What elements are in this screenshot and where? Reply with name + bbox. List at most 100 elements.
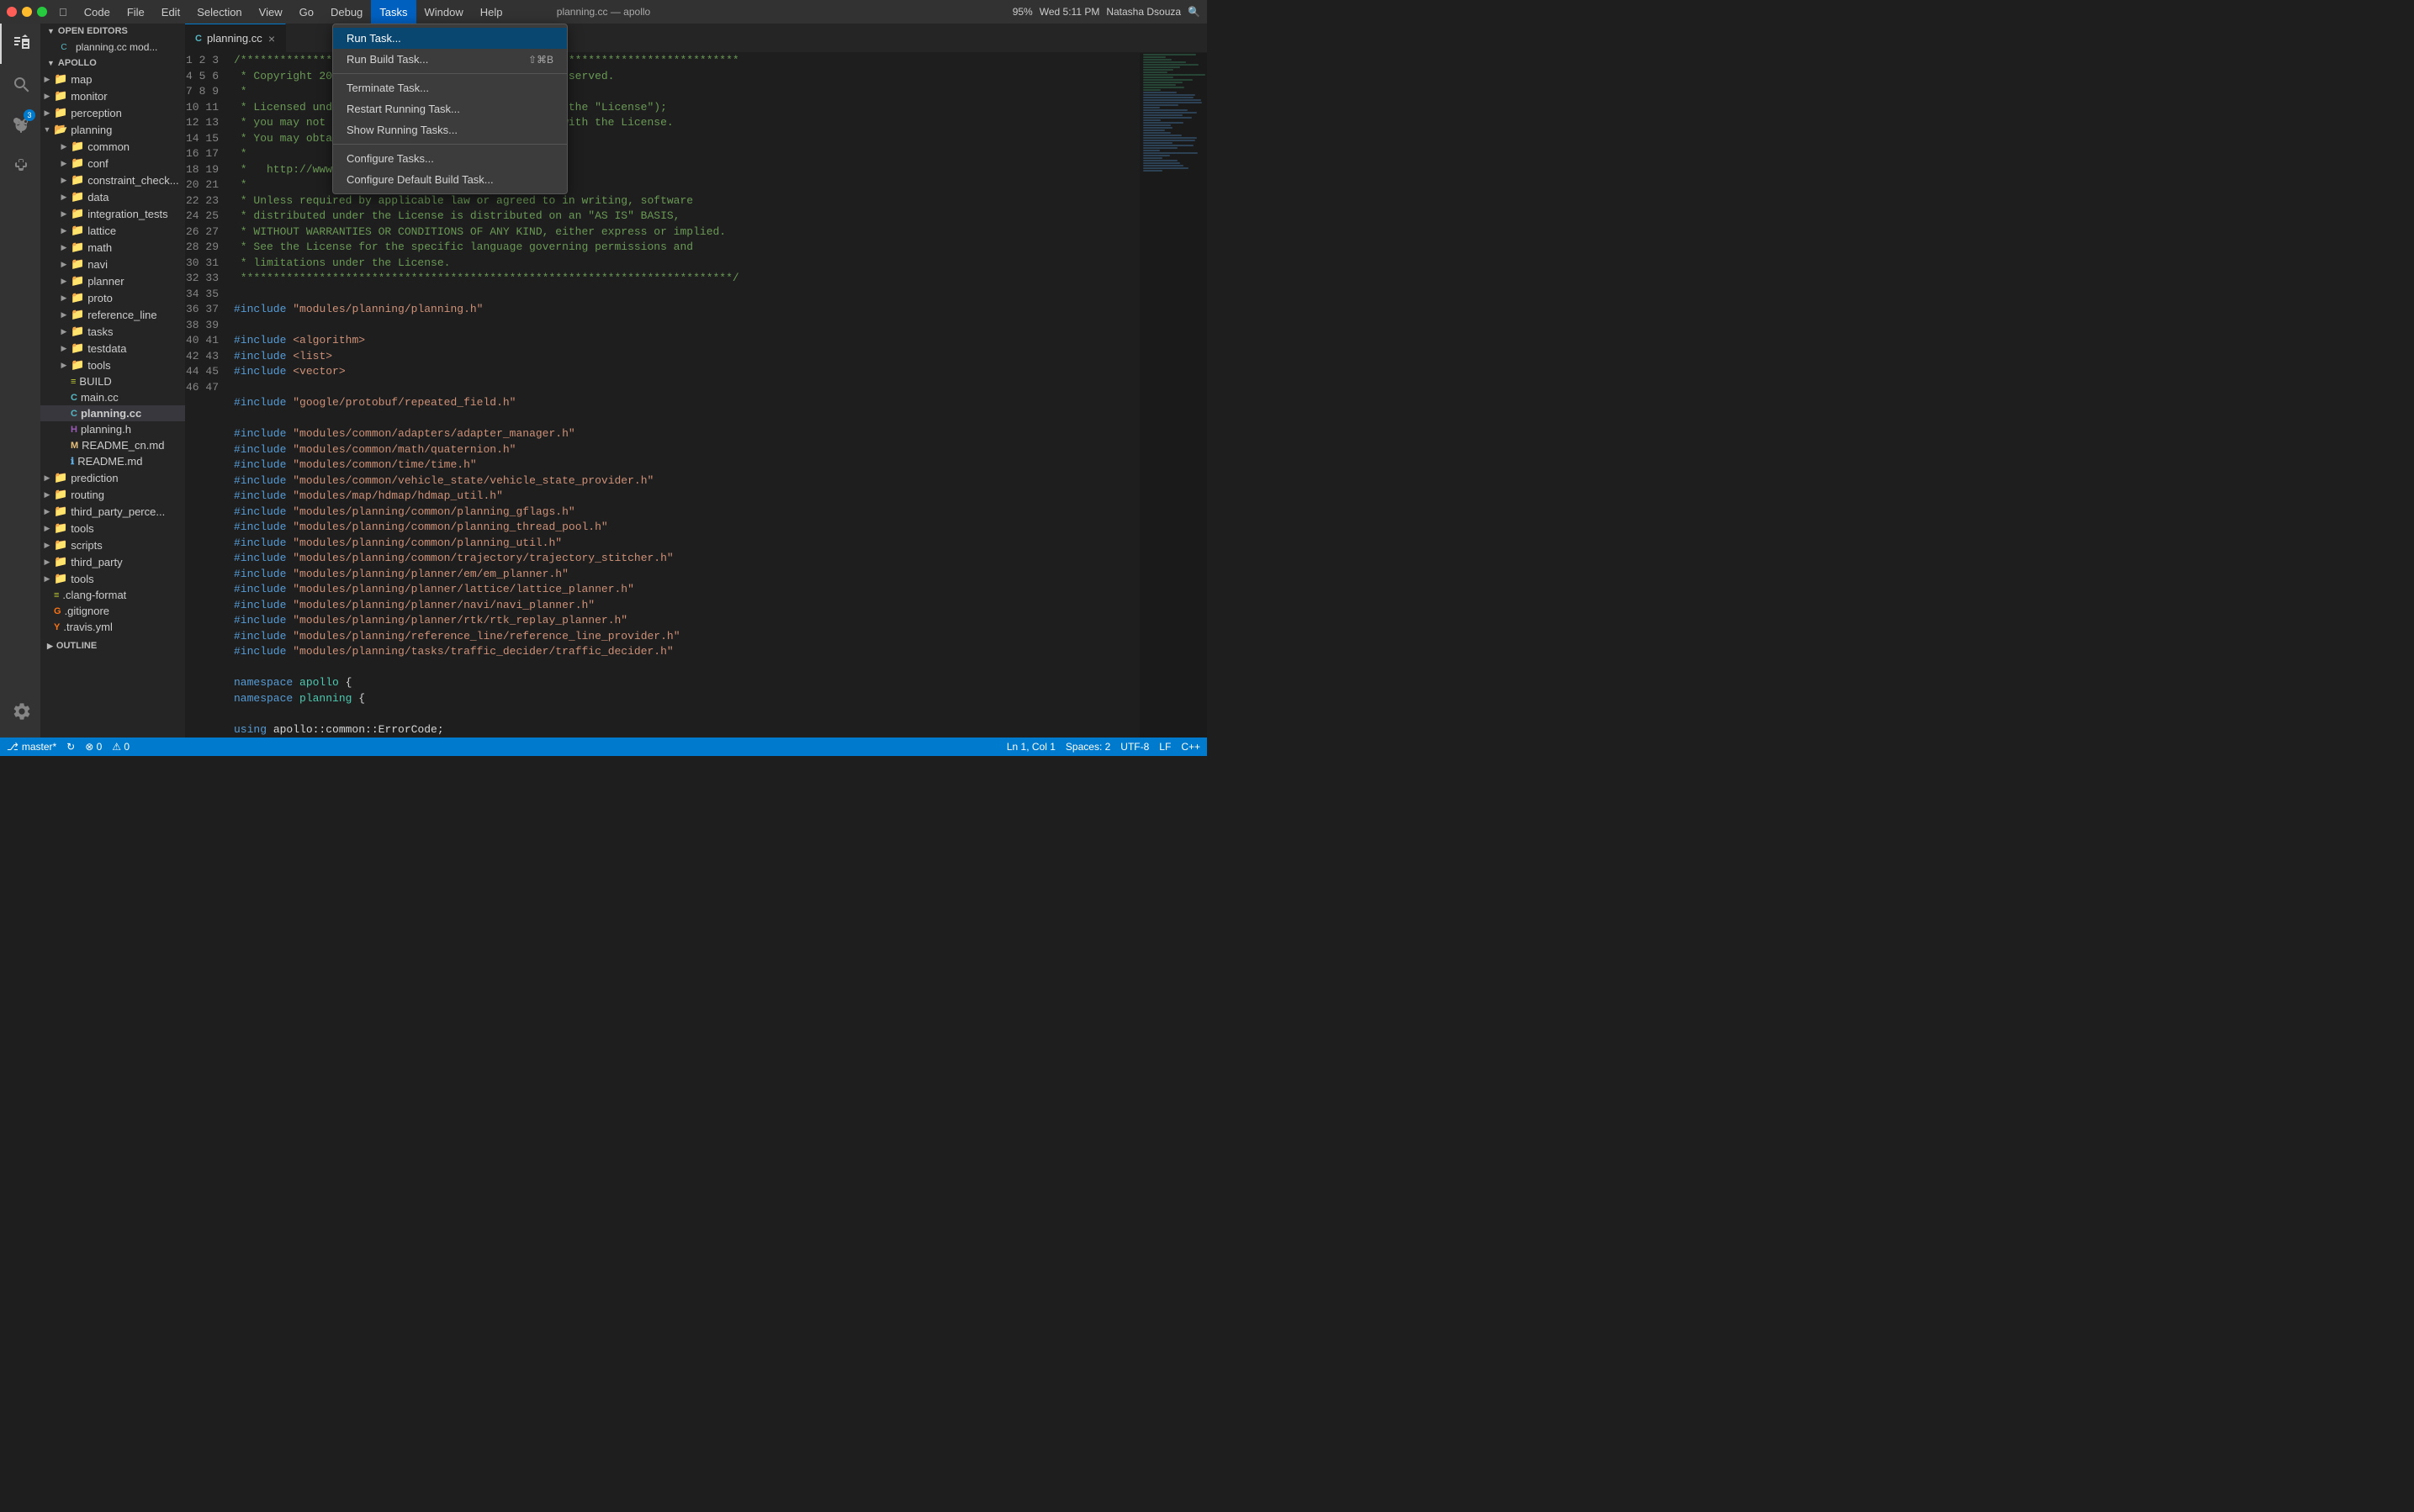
folder-icon: 📁 bbox=[71, 190, 84, 204]
file-type-icon: C bbox=[71, 393, 77, 403]
folder-icon: 📁 bbox=[71, 207, 84, 220]
tab-planning-cc[interactable]: C planning.cc × bbox=[185, 24, 286, 52]
folder-icon: 📁 bbox=[54, 555, 67, 568]
dropdown-item-restart-running-task[interactable]: Restart Running Task... bbox=[333, 98, 567, 119]
item-label: monitor bbox=[71, 90, 107, 103]
git-branch[interactable]: ⎇ master* bbox=[7, 741, 56, 753]
errors-count[interactable]: ⊗ 0 bbox=[85, 741, 102, 753]
folder-chevron: ▶ bbox=[57, 260, 71, 269]
open-editors-header[interactable]: ▼ OPEN EDITORS bbox=[40, 24, 185, 39]
tree-item-constraint_check...[interactable]: ▶📁constraint_check... bbox=[40, 172, 185, 188]
tree-item-main.cc[interactable]: Cmain.cc bbox=[40, 389, 185, 405]
tree-item-common[interactable]: ▶📁common bbox=[40, 138, 185, 155]
folder-chevron: ▶ bbox=[40, 524, 54, 533]
explorer-header[interactable]: ▼ APOLLO bbox=[40, 56, 185, 71]
tree-item-BUILD[interactable]: ≡BUILD bbox=[40, 373, 185, 389]
tree-item-conf[interactable]: ▶📁conf bbox=[40, 155, 185, 172]
status-left: ⎇ master* ↻ ⊗ 0 ⚠ 0 bbox=[7, 741, 130, 753]
folder-chevron: ▶ bbox=[57, 293, 71, 303]
menu-file[interactable]: File bbox=[119, 0, 153, 24]
dropdown-item-terminate-task[interactable]: Terminate Task... bbox=[333, 77, 567, 98]
tree-item-README.md[interactable]: ℹREADME.md bbox=[40, 453, 185, 469]
explorer-button[interactable] bbox=[0, 24, 40, 64]
extensions-button[interactable] bbox=[0, 145, 40, 185]
tree-item-monitor[interactable]: ▶📁monitor bbox=[40, 87, 185, 104]
tree-item-planning.h[interactable]: Hplanning.h bbox=[40, 421, 185, 437]
tasks-menu[interactable]: Run Task...Run Build Task...⇧⌘B Terminate… bbox=[332, 24, 568, 194]
tree-item-navi[interactable]: ▶📁navi bbox=[40, 256, 185, 272]
tree-item-data[interactable]: ▶📁data bbox=[40, 188, 185, 205]
menu-debug[interactable]: Debug bbox=[322, 0, 371, 24]
menu-selection[interactable]: Selection bbox=[188, 0, 250, 24]
dropdown-item-show-running-tasks[interactable]: Show Running Tasks... bbox=[333, 119, 567, 140]
dropdown-item-configure-tasks[interactable]: Configure Tasks... bbox=[333, 148, 567, 169]
folder-icon: 📁 bbox=[71, 308, 84, 321]
menu-code[interactable]: Code bbox=[76, 0, 119, 24]
tree-item-tools[interactable]: ▶📁tools bbox=[40, 357, 185, 373]
open-editor-planning-cc[interactable]: C planning.cc mod... bbox=[40, 39, 185, 56]
tree-item-scripts[interactable]: ▶📁scripts bbox=[40, 537, 185, 553]
tree-item-planning[interactable]: ▼📂planning bbox=[40, 121, 185, 138]
tree-item-reference_line[interactable]: ▶📁reference_line bbox=[40, 306, 185, 323]
menu-tasks[interactable]: Tasks bbox=[371, 0, 416, 24]
maximize-button[interactable] bbox=[37, 7, 47, 17]
item-label: planning bbox=[71, 124, 112, 136]
tree-item-proto[interactable]: ▶📁proto bbox=[40, 289, 185, 306]
outline-header[interactable]: ▶ OUTLINE bbox=[40, 638, 185, 653]
menu-edit[interactable]: Edit bbox=[153, 0, 188, 24]
tree-item-map[interactable]: ▶📁map bbox=[40, 71, 185, 87]
file-type-icon: M bbox=[71, 441, 78, 451]
apple-menu[interactable]:  bbox=[50, 0, 76, 24]
tree-item-testdata[interactable]: ▶📁testdata bbox=[40, 340, 185, 357]
tree-item-tools[interactable]: ▶📁tools bbox=[40, 520, 185, 537]
tree-item-.gitignore[interactable]: G.gitignore bbox=[40, 603, 185, 619]
folder-icon: 📁 bbox=[71, 291, 84, 304]
warnings-count[interactable]: ⚠ 0 bbox=[112, 741, 130, 753]
menu-view[interactable]: View bbox=[251, 0, 291, 24]
tree-item-prediction[interactable]: ▶📁prediction bbox=[40, 469, 185, 486]
dropdown-item-shortcut: ⇧⌘B bbox=[528, 54, 553, 66]
file-tree: ▶📁map▶📁monitor▶📁perception▼📂planning▶📁co… bbox=[40, 71, 185, 635]
search-button[interactable] bbox=[0, 64, 40, 104]
search-icon[interactable]: 🔍 bbox=[1188, 6, 1200, 18]
tree-item-third_party_perce...[interactable]: ▶📁third_party_perce... bbox=[40, 503, 185, 520]
git-branch-icon: ⎇ bbox=[7, 741, 19, 753]
cursor-position[interactable]: Ln 1, Col 1 bbox=[1007, 741, 1056, 753]
tree-item-planner[interactable]: ▶📁planner bbox=[40, 272, 185, 289]
tab-close-button[interactable]: × bbox=[268, 32, 275, 45]
close-button[interactable] bbox=[7, 7, 17, 17]
folder-chevron: ▶ bbox=[57, 277, 71, 286]
menu-help[interactable]: Help bbox=[472, 0, 511, 24]
line-numbers: 1 2 3 4 5 6 7 8 9 10 11 12 13 14 15 16 1… bbox=[185, 53, 227, 737]
language-mode[interactable]: C++ bbox=[1181, 741, 1200, 753]
source-control-button[interactable]: 3 bbox=[0, 104, 40, 145]
tree-item-planning.cc[interactable]: Cplanning.cc bbox=[40, 405, 185, 421]
tree-item-third_party[interactable]: ▶📁third_party bbox=[40, 553, 185, 570]
tree-item-math[interactable]: ▶📁math bbox=[40, 239, 185, 256]
tree-item-perception[interactable]: ▶📁perception bbox=[40, 104, 185, 121]
folder-icon: 📁 bbox=[71, 257, 84, 271]
tree-item-README_cn.md[interactable]: MREADME_cn.md bbox=[40, 437, 185, 453]
menu-window[interactable]: Window bbox=[416, 0, 472, 24]
tree-item-tasks[interactable]: ▶📁tasks bbox=[40, 323, 185, 340]
line-ending[interactable]: LF bbox=[1159, 741, 1171, 753]
open-editors-chevron: ▼ bbox=[47, 27, 55, 35]
minimize-button[interactable] bbox=[22, 7, 32, 17]
tree-item-tools[interactable]: ▶📁tools bbox=[40, 570, 185, 587]
tree-item-.clang-format[interactable]: ≡.clang-format bbox=[40, 587, 185, 603]
tree-item-integration_tests[interactable]: ▶📁integration_tests bbox=[40, 205, 185, 222]
folder-icon: 📁 bbox=[71, 224, 84, 237]
indentation[interactable]: Spaces: 2 bbox=[1066, 741, 1110, 753]
dropdown-item-configure-default-build-task[interactable]: Configure Default Build Task... bbox=[333, 169, 567, 190]
settings-button[interactable] bbox=[0, 690, 40, 731]
status-right: Ln 1, Col 1 Spaces: 2 UTF-8 LF C++ bbox=[1007, 741, 1200, 753]
tree-item-routing[interactable]: ▶📁routing bbox=[40, 486, 185, 503]
encoding[interactable]: UTF-8 bbox=[1120, 741, 1149, 753]
sync-button[interactable]: ↻ bbox=[66, 741, 75, 753]
errors-label: ⊗ 0 bbox=[85, 741, 102, 753]
dropdown-item-run-build-task[interactable]: Run Build Task...⇧⌘B bbox=[333, 49, 567, 70]
menu-go[interactable]: Go bbox=[291, 0, 322, 24]
tree-item-lattice[interactable]: ▶📁lattice bbox=[40, 222, 185, 239]
dropdown-item-run-task[interactable]: Run Task... bbox=[333, 28, 567, 49]
tree-item-.travis.yml[interactable]: Y.travis.yml bbox=[40, 619, 185, 635]
